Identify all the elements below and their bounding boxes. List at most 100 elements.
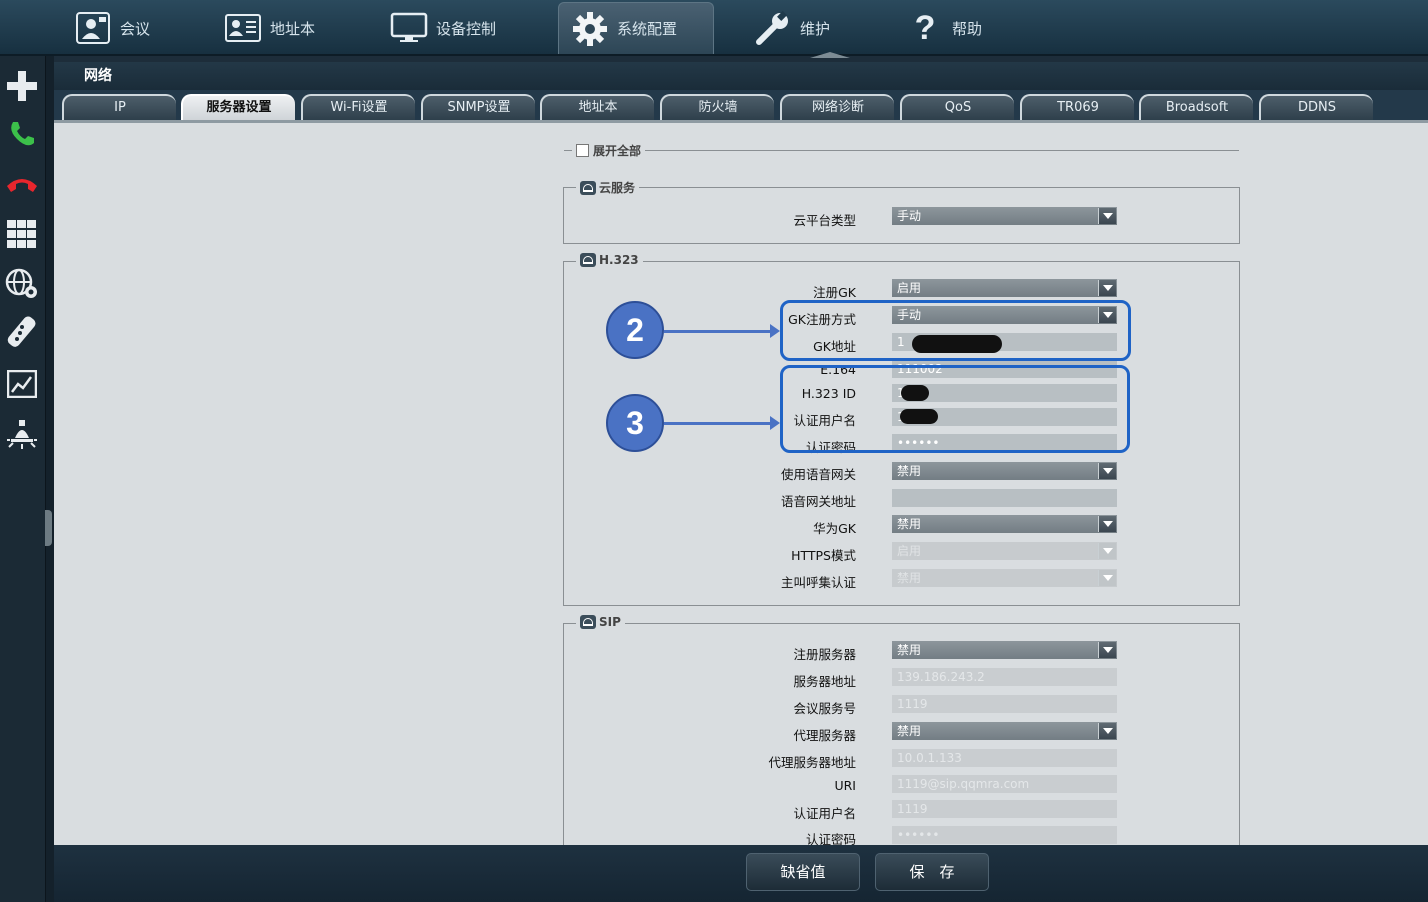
tab-firewall[interactable]: 防火墙 (660, 94, 774, 120)
cloud-platform-type-select[interactable]: 手动 (892, 207, 1117, 225)
select-value: 禁用 (897, 464, 922, 478)
chevron-down-icon (1098, 280, 1116, 296)
nav-label: 维护 (800, 19, 831, 38)
caller-auth-select: 禁用 (892, 569, 1117, 587)
collapse-icon[interactable] (580, 253, 596, 267)
sip-auth-username-input: 1119 (892, 800, 1117, 818)
nav-address-book[interactable]: 地址本 (224, 2, 315, 54)
conference-icon (74, 9, 112, 47)
use-voice-gateway-select[interactable]: 禁用 (892, 462, 1117, 480)
chevron-down-icon (1098, 463, 1116, 479)
sip-auth-password-input: •••••• (892, 826, 1117, 844)
nav-system-config[interactable]: 系统配置 (558, 2, 714, 54)
expand-all-control[interactable]: 展开全部 (572, 142, 646, 159)
use-voice-gateway-label: 使用语音网关 (780, 467, 856, 482)
huawei-gk-select[interactable]: 禁用 (892, 515, 1117, 533)
subtab-bar: IP 服务器设置 Wi-Fi设置 SNMP设置 地址本 防火墙 网络诊断 QoS… (54, 90, 1428, 122)
hangup-icon[interactable] (4, 166, 40, 202)
light-icon[interactable] (4, 416, 40, 452)
tab-wifi-settings[interactable]: Wi-Fi设置 (301, 94, 415, 120)
sidebar-divider (46, 56, 54, 902)
tab-server-settings[interactable]: 服务器设置 (181, 94, 295, 120)
proxy-server-select[interactable]: 禁用 (892, 722, 1117, 740)
tab-tr069[interactable]: TR069 (1020, 94, 1134, 120)
voice-gateway-address-label: 语音网关地址 (780, 494, 856, 509)
legend-label: 云服务 (599, 181, 636, 195)
nav-label: 帮助 (952, 19, 983, 38)
help-icon: ? (914, 8, 936, 47)
select-value: 手动 (897, 209, 922, 223)
collapse-icon[interactable] (580, 180, 596, 195)
register-server-select[interactable]: 禁用 (892, 641, 1117, 659)
sip-auth-username-label: 认证用户名 (793, 806, 856, 821)
tab-qos[interactable]: QoS (900, 94, 1014, 120)
select-value: 禁用 (897, 571, 922, 585)
chevron-down-icon (1098, 570, 1116, 586)
bottom-action-bar: 缺省值 保 存 (54, 845, 1428, 902)
server-address-label: 服务器地址 (793, 674, 856, 689)
nav-device-control[interactable]: 设备控制 (390, 2, 496, 54)
sidebar-collapse-handle[interactable] (45, 510, 52, 546)
grid-icon[interactable] (4, 216, 40, 252)
sip-auth-password-label: 认证密码 (805, 832, 856, 845)
voice-gateway-address-input[interactable] (892, 489, 1117, 507)
select-value: 启用 (897, 544, 922, 558)
sip-legend[interactable]: SIP (576, 615, 625, 629)
caller-auth-label: 主叫呼集认证 (780, 575, 856, 590)
conference-service-number-input: 1119 (892, 695, 1117, 713)
monitor-icon (390, 9, 428, 47)
address-book-icon (224, 9, 262, 47)
tab-ddns[interactable]: DDNS (1259, 94, 1373, 120)
remote-control-icon[interactable] (4, 314, 40, 350)
annotation-box-3 (780, 365, 1130, 453)
legend-label: SIP (599, 615, 621, 629)
chevron-down-icon (1098, 516, 1116, 532)
tab-broadsoft[interactable]: Broadsoft (1139, 94, 1253, 120)
proxy-server-address-label: 代理服务器地址 (768, 755, 856, 770)
add-icon[interactable] (4, 68, 40, 104)
select-value: 禁用 (897, 724, 922, 738)
collapse-icon[interactable] (580, 615, 596, 629)
tab-address-book[interactable]: 地址本 (540, 94, 654, 120)
save-button[interactable]: 保 存 (875, 853, 989, 891)
https-mode-label: HTTPS模式 (791, 548, 856, 563)
annotation-badge-3: 3 (606, 394, 664, 452)
chevron-down-icon (1098, 642, 1116, 658)
annotation-box-2 (780, 300, 1131, 361)
expand-all-line (564, 150, 1239, 151)
proxy-server-label: 代理服务器 (793, 728, 856, 743)
chevron-down-icon (1098, 208, 1116, 224)
annotation-arrow-2 (664, 324, 780, 338)
nav-label: 地址本 (270, 19, 316, 38)
nav-maintenance[interactable]: 维护 (754, 2, 830, 54)
left-sidebar (0, 56, 46, 902)
proxy-server-address-input: 10.0.1.133 (892, 749, 1117, 767)
nav-help[interactable]: ? 帮助 (906, 2, 982, 54)
annotation-arrow-3 (664, 416, 780, 430)
select-value: 启用 (897, 281, 922, 295)
call-icon[interactable] (4, 116, 40, 152)
cloud-platform-type-label: 云平台类型 (793, 213, 856, 228)
chart-icon[interactable] (4, 366, 40, 402)
default-values-button[interactable]: 缺省值 (746, 853, 860, 891)
tab-network-diagnosis[interactable]: 网络诊断 (780, 94, 894, 120)
tab-ip[interactable]: IP (62, 94, 176, 120)
nav-conference[interactable]: 会议 (74, 2, 150, 54)
register-server-label: 注册服务器 (793, 647, 856, 662)
nav-label: 系统配置 (617, 20, 678, 38)
section-title: 网络 (54, 62, 1428, 90)
gear-icon (571, 10, 609, 48)
tab-snmp-settings[interactable]: SNMP设置 (421, 94, 535, 120)
https-mode-select: 启用 (892, 542, 1117, 560)
uri-input: 1119@sip.qqmra.com (892, 775, 1117, 793)
h323-legend[interactable]: H.323 (576, 253, 643, 267)
huawei-gk-label: 华为GK (813, 521, 856, 536)
active-nav-pointer (810, 52, 850, 58)
top-navigation-bar: 会议 地址本 设备控制 系统配置 维护 ? 帮助 (0, 0, 1428, 58)
cloud-service-legend[interactable]: 云服务 (576, 179, 640, 196)
nav-label: 设备控制 (436, 19, 497, 38)
network-settings-icon[interactable] (4, 266, 40, 302)
expand-all-checkbox[interactable] (576, 144, 589, 157)
server-address-input: 139.186.243.2 (892, 668, 1117, 686)
register-gk-select[interactable]: 启用 (892, 279, 1117, 297)
